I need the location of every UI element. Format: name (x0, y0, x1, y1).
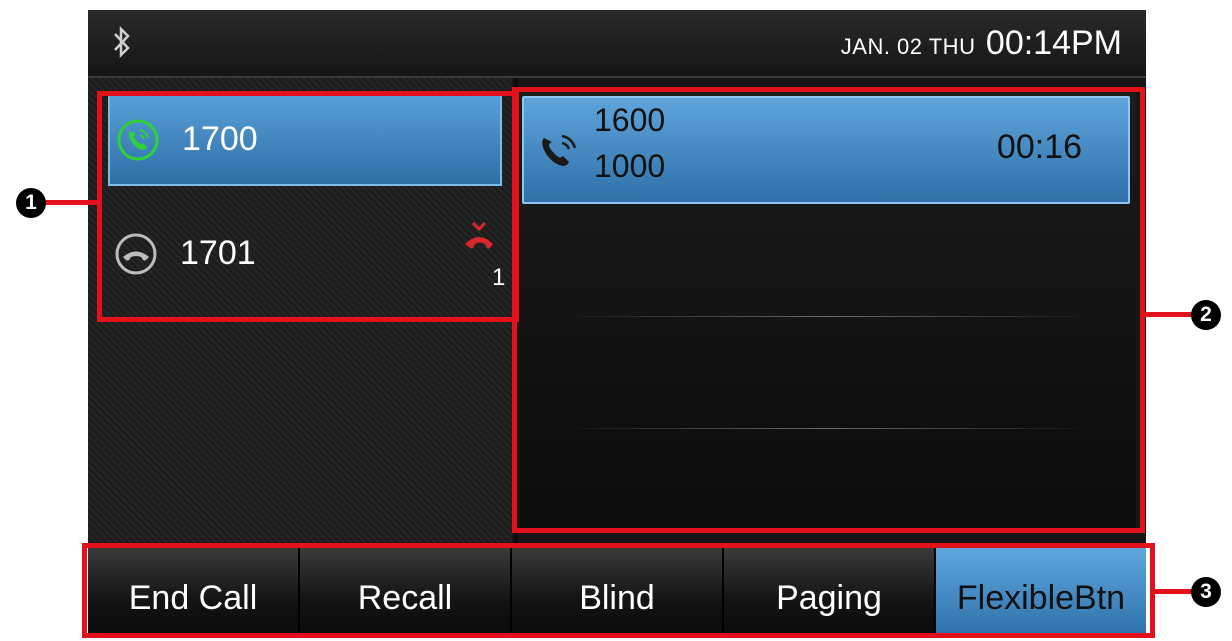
callout-frame-line-list (97, 91, 519, 322)
callout-frame-call-panel (512, 87, 1145, 533)
callout-badge-2: 2 (1191, 300, 1221, 330)
callout-leader (40, 200, 100, 205)
callout-leader (1153, 589, 1195, 594)
status-bar: JAN. 02 THU 00:14PM (88, 10, 1146, 78)
time-label: 00:14PM (985, 24, 1122, 62)
callout-badge-1: 1 (16, 188, 46, 218)
date-label: JAN. 02 THU (840, 34, 976, 59)
date-time: JAN. 02 THU 00:14PM (841, 24, 1122, 63)
callout-badge-3: 3 (1191, 577, 1221, 607)
bluetooth-icon (114, 25, 130, 59)
callout-leader (1143, 312, 1195, 317)
callout-frame-softkeys (82, 543, 1155, 638)
